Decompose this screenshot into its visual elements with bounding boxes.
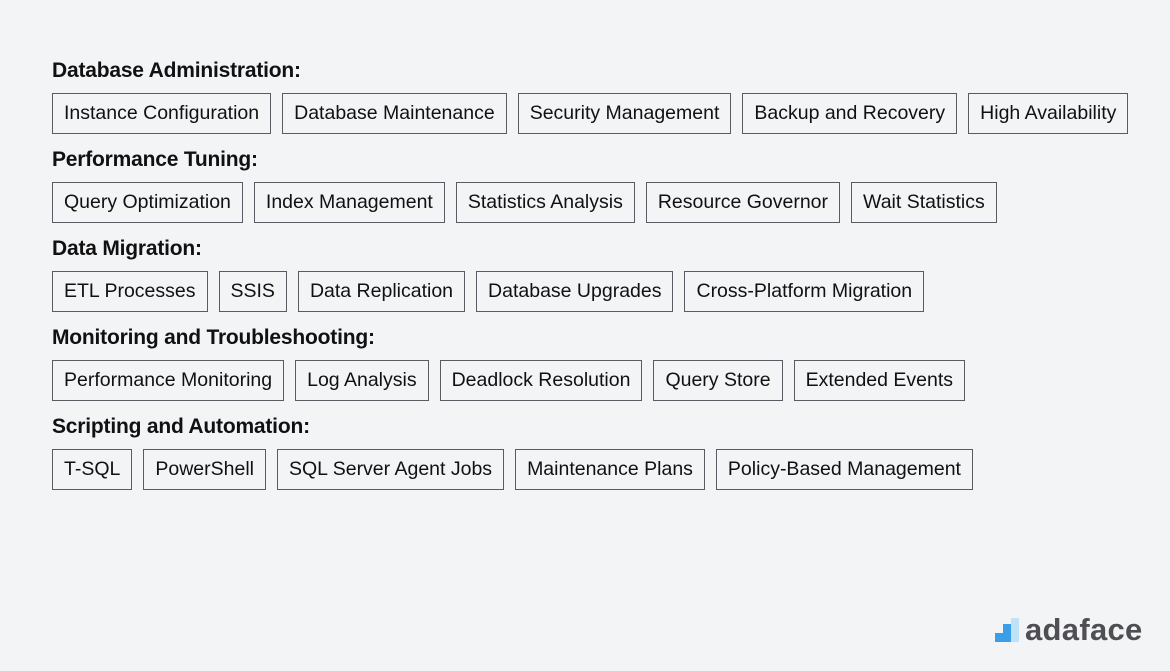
- tag-t-sql[interactable]: T-SQL: [52, 449, 133, 490]
- section-title: Data Migration:: [52, 237, 202, 260]
- tag-index-management[interactable]: Index Management: [253, 182, 445, 223]
- tag-security-management[interactable]: Security Management: [517, 93, 732, 134]
- tag-list: Query Optimization Index Management Stat…: [52, 182, 1132, 223]
- section-title: Monitoring and Troubleshooting:: [52, 326, 375, 349]
- tag-list: ETL Processes SSIS Data Replication Data…: [52, 271, 1132, 312]
- tag-powershell[interactable]: PowerShell: [143, 449, 266, 490]
- tag-list: T-SQL PowerShell SQL Server Agent Jobs M…: [52, 449, 1132, 490]
- tag-deadlock-resolution[interactable]: Deadlock Resolution: [439, 360, 643, 401]
- tag-query-optimization[interactable]: Query Optimization: [52, 182, 243, 223]
- tag-statistics-analysis[interactable]: Statistics Analysis: [455, 182, 635, 223]
- tag-etl-processes[interactable]: ETL Processes: [52, 271, 208, 312]
- section-performance-tuning: Performance Tuning: Query Optimization I…: [52, 146, 1132, 223]
- tag-wait-statistics[interactable]: Wait Statistics: [851, 182, 997, 223]
- section-data-migration: Data Migration: ETL Processes SSIS Data …: [52, 235, 1132, 312]
- tag-high-availability[interactable]: High Availability: [968, 93, 1129, 134]
- tag-extended-events[interactable]: Extended Events: [793, 360, 966, 401]
- section-monitoring-troubleshooting: Monitoring and Troubleshooting: Performa…: [52, 324, 1132, 401]
- tag-performance-monitoring[interactable]: Performance Monitoring: [52, 360, 285, 401]
- tag-ssis[interactable]: SSIS: [218, 271, 287, 312]
- tag-instance-configuration[interactable]: Instance Configuration: [52, 93, 272, 134]
- tag-query-store[interactable]: Query Store: [653, 360, 783, 401]
- logo-text: adaface: [1025, 612, 1143, 647]
- section-title: Scripting and Automation:: [52, 415, 310, 438]
- section-title: Performance Tuning:: [52, 148, 258, 171]
- tag-maintenance-plans[interactable]: Maintenance Plans: [515, 449, 705, 490]
- section-scripting-automation: Scripting and Automation: T-SQL PowerShe…: [52, 413, 1132, 490]
- tag-data-replication[interactable]: Data Replication: [297, 271, 466, 312]
- section-database-administration: Database Administration: Instance Config…: [52, 57, 1132, 134]
- section-title: Database Administration:: [52, 59, 301, 82]
- bar-steps-icon: [995, 618, 1019, 642]
- tag-policy-based-management[interactable]: Policy-Based Management: [715, 449, 973, 490]
- adaface-logo: adaface: [995, 612, 1143, 647]
- tag-sql-server-agent-jobs[interactable]: SQL Server Agent Jobs: [277, 449, 505, 490]
- tag-log-analysis[interactable]: Log Analysis: [295, 360, 429, 401]
- tag-database-upgrades[interactable]: Database Upgrades: [476, 271, 674, 312]
- tag-database-maintenance[interactable]: Database Maintenance: [282, 93, 507, 134]
- tag-backup-and-recovery[interactable]: Backup and Recovery: [742, 93, 958, 134]
- tag-cross-platform-migration[interactable]: Cross-Platform Migration: [684, 271, 925, 312]
- tag-resource-governor[interactable]: Resource Governor: [645, 182, 841, 223]
- skills-content: Database Administration: Instance Config…: [52, 57, 1132, 502]
- tag-list: Performance Monitoring Log Analysis Dead…: [52, 360, 1132, 401]
- tag-list: Instance Configuration Database Maintena…: [52, 93, 1132, 134]
